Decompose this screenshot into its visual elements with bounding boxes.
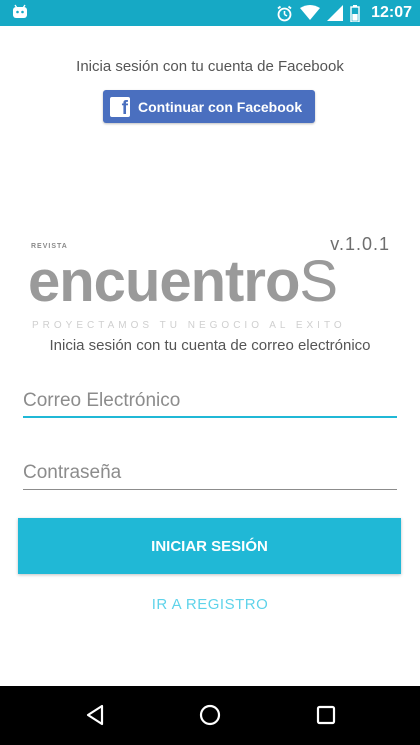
- login-button[interactable]: INICIAR SESIÓN: [18, 518, 401, 574]
- signal-icon: [327, 5, 344, 21]
- wifi-icon: [300, 5, 321, 20]
- alarm-icon: [277, 5, 292, 21]
- facebook-login-button[interactable]: f Continuar con Facebook: [103, 90, 315, 123]
- status-bar: 12:07: [0, 0, 420, 26]
- password-field[interactable]: [23, 456, 397, 490]
- login-screen: Inicia sesión con tu cuenta de Facebook …: [0, 26, 420, 686]
- register-link[interactable]: IR A REGISTRO: [0, 596, 420, 613]
- login-button-label: INICIAR SESIÓN: [151, 537, 268, 555]
- facebook-button-label: Continuar con Facebook: [138, 98, 303, 115]
- app-version: v.1.0.1: [330, 234, 390, 254]
- password-input[interactable]: [23, 456, 397, 490]
- logo-tagline: PROYECTAMOS TU NEGOCIO AL EXITO: [32, 320, 346, 331]
- home-icon[interactable]: [195, 700, 225, 730]
- facebook-icon: f: [110, 96, 130, 117]
- status-time: 12:07: [371, 4, 412, 21]
- app-logo: REVISTA v.1.0.1 encuentroS PROYECTAMOS T…: [28, 234, 390, 331]
- facebook-prompt: Inicia sesión con tu cuenta de Facebook: [76, 58, 344, 75]
- android-app-icon: [13, 4, 27, 18]
- email-field[interactable]: [23, 384, 397, 418]
- navigation-bar: [0, 686, 420, 745]
- password-underline: [23, 489, 397, 490]
- back-icon[interactable]: [80, 700, 110, 730]
- email-underline: [23, 416, 397, 418]
- recent-apps-icon[interactable]: [311, 700, 341, 730]
- logo-wordmark: encuentroS: [28, 249, 338, 314]
- email-input[interactable]: [23, 384, 397, 418]
- email-login-prompt: Inicia sesión con tu cuenta de correo el…: [49, 337, 371, 354]
- battery-icon: [350, 4, 360, 22]
